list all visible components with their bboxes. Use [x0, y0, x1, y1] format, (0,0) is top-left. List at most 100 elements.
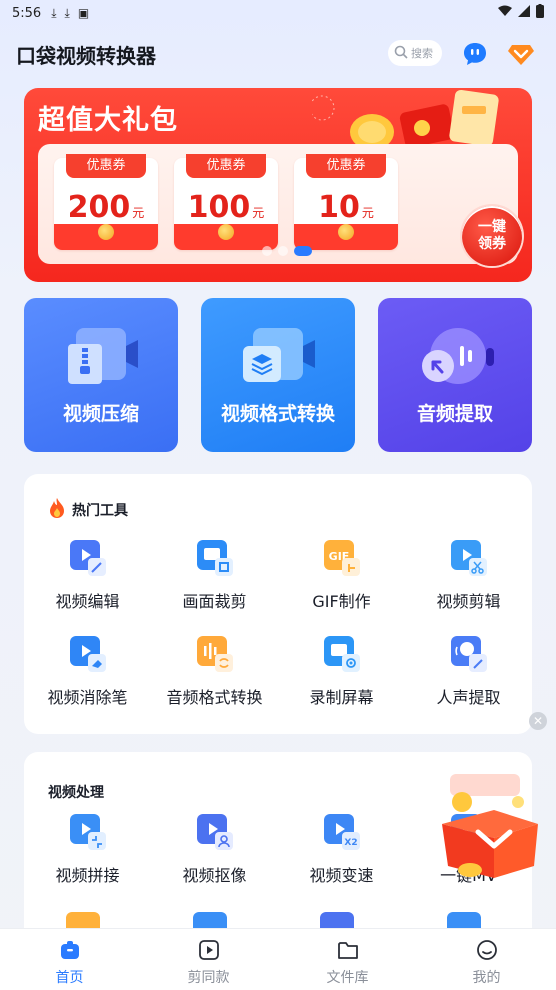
- svg-text:X2: X2: [344, 838, 357, 848]
- feature-label: 视频格式转换: [220, 403, 335, 425]
- voice-extract-icon: [451, 636, 487, 672]
- gif-icon: GIF: [324, 540, 360, 576]
- coupon-amount: 10 元: [318, 190, 374, 225]
- search-box[interactable]: 搜索: [388, 40, 442, 66]
- close-icon[interactable]: ✕: [529, 712, 547, 730]
- coupon-card[interactable]: 优惠券 200 元: [54, 154, 158, 250]
- crop-icon: [197, 540, 233, 576]
- coin-icon: [338, 224, 354, 240]
- tool-label: GIF制作: [312, 592, 371, 611]
- floating-gift-icon[interactable]: [434, 774, 546, 882]
- banner-title: 超值大礼包: [38, 105, 178, 136]
- tool-label: 视频消除笔: [47, 688, 128, 707]
- coin-icon: [98, 224, 114, 240]
- video-format-icon: [243, 328, 315, 382]
- status-bar: 5:56 ⤓ ⤓ ▣: [0, 0, 556, 26]
- coupon-tag: 优惠券: [306, 154, 386, 178]
- tool-video-edit[interactable]: 视频编辑: [24, 540, 151, 620]
- coin-icon: [218, 224, 234, 240]
- app-title: 口袋视频转换器: [16, 43, 156, 68]
- video-edit-icon: [70, 540, 106, 576]
- nav-label: 文件库: [326, 970, 369, 986]
- audio-extract-icon: [422, 328, 494, 384]
- tool-gif-maker[interactable]: GIF GIF制作: [278, 540, 405, 620]
- tool-label: 视频编辑: [55, 592, 120, 611]
- nav-profile[interactable]: 我的: [417, 929, 556, 990]
- hot-tools-panel: 热门工具 视频编辑 画面裁剪 GIF GIF制作 视频剪辑 视频消除笔 音频格式…: [24, 474, 532, 734]
- speed-x2-icon: X2: [324, 814, 360, 850]
- hot-tools-title: 热门工具: [48, 498, 128, 522]
- nav-file-library[interactable]: 文件库: [278, 929, 417, 990]
- download-icon: ⤓: [64, 5, 70, 20]
- tool-screen-record[interactable]: 录制屏幕: [278, 636, 405, 716]
- tool-voice-extract[interactable]: 人声提取: [405, 636, 532, 716]
- tool-audio-format-convert[interactable]: 音频格式转换: [151, 636, 278, 716]
- tool-icon-partial: [320, 912, 354, 928]
- carousel-dot[interactable]: [262, 246, 272, 256]
- video-processing-title: 视频处理: [48, 785, 104, 801]
- feature-audio-extract[interactable]: 音频提取: [378, 298, 532, 452]
- status-time: 5:56: [12, 5, 42, 21]
- nav-label: 我的: [472, 970, 501, 986]
- tool-video-eraser[interactable]: 视频消除笔: [24, 636, 151, 716]
- signal-icon: [518, 5, 530, 21]
- wifi-icon: [498, 5, 512, 21]
- message-icon[interactable]: [461, 40, 489, 68]
- eraser-icon: [70, 636, 106, 672]
- folder-icon: [337, 942, 358, 959]
- tool-icon-partial: [66, 912, 100, 928]
- nav-templates[interactable]: 剪同款: [139, 929, 278, 990]
- tool-label: 人声提取: [436, 688, 501, 707]
- tool-icon-partial: [193, 912, 227, 928]
- screen-record-icon: [324, 636, 360, 672]
- tool-video-matting[interactable]: 视频抠像: [151, 814, 278, 894]
- tool-label: 视频变速: [309, 866, 374, 885]
- tool-video-speed[interactable]: X2 视频变速: [278, 814, 405, 894]
- video-merge-icon: [70, 814, 106, 850]
- portrait-cutout-icon: [197, 814, 233, 850]
- promo-banner[interactable]: 超值大礼包 优惠券 200 元 优惠券 100 元 优惠券 10 元 一键 领券: [24, 88, 532, 282]
- search-icon: [394, 45, 408, 62]
- nav-home[interactable]: 首页: [0, 929, 139, 990]
- video-compress-icon: [68, 328, 138, 384]
- coupon-tag: 优惠券: [66, 154, 146, 178]
- template-video-icon: [198, 940, 219, 960]
- tool-crop[interactable]: 画面裁剪: [151, 540, 278, 620]
- download-icon: ⤓: [51, 5, 57, 20]
- tool-label: 画面裁剪: [182, 592, 247, 611]
- tool-label: 视频抠像: [182, 866, 247, 885]
- claim-coupons-button[interactable]: 一键 领券: [462, 206, 522, 266]
- coupon-amount: 200 元: [67, 190, 145, 225]
- tool-video-merge[interactable]: 视频拼接: [24, 814, 151, 894]
- app-notification-icon: ▣: [77, 6, 90, 20]
- nav-label: 剪同款: [187, 970, 230, 986]
- carousel-dot[interactable]: [278, 246, 288, 256]
- scissors-icon: [451, 540, 487, 576]
- vip-diamond-icon[interactable]: [507, 40, 535, 68]
- home-icon: [60, 941, 79, 959]
- tool-icon-partial: [447, 912, 481, 928]
- tool-label: 音频格式转换: [166, 688, 263, 707]
- carousel-dot-active[interactable]: [294, 246, 312, 256]
- tool-label: 录制屏幕: [309, 688, 374, 707]
- feature-label: 音频提取: [416, 403, 493, 425]
- tool-label: 视频剪辑: [436, 592, 501, 611]
- app-header: 口袋视频转换器 搜索: [0, 36, 556, 72]
- tool-label: 视频拼接: [55, 866, 120, 885]
- fire-icon: [48, 498, 66, 522]
- feature-video-compress[interactable]: 视频压缩: [24, 298, 178, 452]
- nav-label: 首页: [55, 970, 84, 986]
- coupon-card[interactable]: 优惠券 10 元: [294, 154, 398, 250]
- coupon-amount: 100 元: [187, 190, 265, 225]
- feature-video-format-convert[interactable]: 视频格式转换: [201, 298, 355, 452]
- gift-decoration-icon: [312, 89, 499, 148]
- carousel-indicator: [262, 246, 312, 256]
- search-placeholder: 搜索: [411, 47, 433, 60]
- feature-label: 视频压缩: [62, 403, 139, 425]
- bottom-nav: 首页 剪同款 文件库 我的: [0, 928, 556, 990]
- tool-video-cut[interactable]: 视频剪辑: [405, 540, 532, 620]
- audio-wave-icon: [197, 636, 233, 672]
- coupon-tag: 优惠券: [186, 154, 266, 178]
- coupon-card[interactable]: 优惠券 100 元: [174, 154, 278, 250]
- battery-icon: [536, 4, 544, 22]
